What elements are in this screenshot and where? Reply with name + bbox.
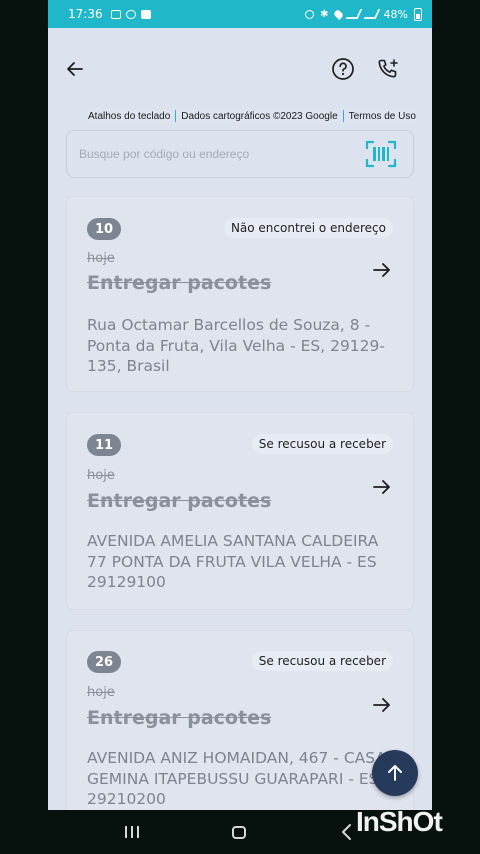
stop-address: AVENIDA AMELIA SANTANA CALDEIRA 77 PONTA… (87, 532, 379, 591)
stop-card[interactable]: 11 Se recusou a receber hoje Entregar pa… (66, 412, 414, 610)
delivery-day: hoje (87, 685, 115, 700)
scan-barcode-button[interactable] (365, 139, 397, 169)
divider (175, 110, 177, 122)
arrow-right-icon (373, 263, 390, 277)
question-circle-icon (332, 58, 354, 80)
stop-address: AVENIDA ANIZ HOMAIDAN, 467 - CASA GEMINA… (87, 749, 386, 808)
status-time: 17:36 (68, 7, 103, 21)
search-bar (66, 130, 414, 178)
search-input[interactable] (79, 147, 339, 161)
stop-card[interactable]: 10 Não encontrei o endereço hoje Entrega… (66, 196, 414, 392)
top-app-bar (48, 28, 432, 108)
cloud-icon (125, 9, 136, 19)
recents-icon-bar (131, 826, 133, 838)
divider (342, 110, 344, 122)
task-title: Entregar pacotes (87, 707, 272, 729)
stop-number-badge: 11 (87, 434, 121, 456)
help-button[interactable] (326, 52, 360, 86)
arrow-left-icon (67, 62, 83, 76)
open-stop-button[interactable] (371, 259, 393, 281)
signal-icon (345, 9, 362, 19)
scroll-to-top-button[interactable] (372, 750, 418, 796)
arrow-right-icon (373, 480, 390, 494)
keyboard-shortcuts-link[interactable]: Atalhos do teclado (88, 111, 170, 122)
delivery-day: hoje (87, 468, 115, 483)
stop-number-badge: 26 (87, 651, 121, 673)
open-stop-button[interactable] (371, 476, 393, 498)
recents-icon-bar (137, 826, 139, 838)
open-stop-button[interactable] (371, 694, 393, 716)
chevron-left-icon (342, 824, 351, 840)
stop-number-badge: 10 (87, 218, 121, 240)
call-support-button[interactable] (371, 52, 405, 86)
inshot-watermark: InShOt (356, 806, 443, 837)
task-title: Entregar pacotes (87, 490, 272, 512)
task-title: Entregar pacotes (87, 272, 272, 294)
delivery-day: hoje (87, 251, 115, 266)
location-icon (332, 8, 344, 20)
map-attribution: Atalhos do teclado Dados cartográficos ©… (88, 108, 416, 124)
failure-reason-badge: Não encontrei o endereço (223, 218, 393, 238)
system-icons: ✱ 48% (305, 7, 422, 21)
arrow-right-icon (373, 698, 390, 712)
bluetooth-icon: ✱ (320, 8, 329, 20)
signal-icon-2 (363, 9, 380, 19)
gallery-icon (110, 9, 121, 19)
home-button[interactable] (230, 822, 248, 842)
youtube-icon (140, 9, 151, 19)
app-screen: 17:36 ✱ 48% Atalhos do teclado Dados car… (48, 0, 432, 810)
stop-card[interactable]: 26 Se recusou a receber hoje Entregar pa… (66, 630, 414, 810)
status-bar: 17:36 ✱ 48% (48, 0, 432, 28)
battery-icon (414, 7, 422, 21)
alarm-icon (305, 9, 315, 19)
home-icon (232, 825, 246, 839)
recent-apps-button[interactable] (122, 822, 142, 842)
battery-level: 48% (383, 7, 408, 21)
failure-reason-badge: Se recusou a receber (251, 434, 393, 454)
stop-address: Rua Octamar Barcellos de Souza, 8 - Pont… (87, 316, 385, 375)
map-data-credit: Dados cartográficos ©2023 Google (181, 110, 338, 122)
recents-icon (125, 826, 127, 838)
terms-link[interactable]: Termos de Uso (349, 111, 416, 122)
barcode-scan-icon (365, 140, 397, 168)
notification-icons (110, 9, 151, 19)
phone-add-icon (378, 59, 398, 78)
back-button[interactable] (58, 52, 92, 86)
failure-reason-badge: Se recusou a receber (251, 651, 393, 671)
system-back-button[interactable] (338, 822, 354, 842)
arrow-up-icon (388, 765, 402, 781)
